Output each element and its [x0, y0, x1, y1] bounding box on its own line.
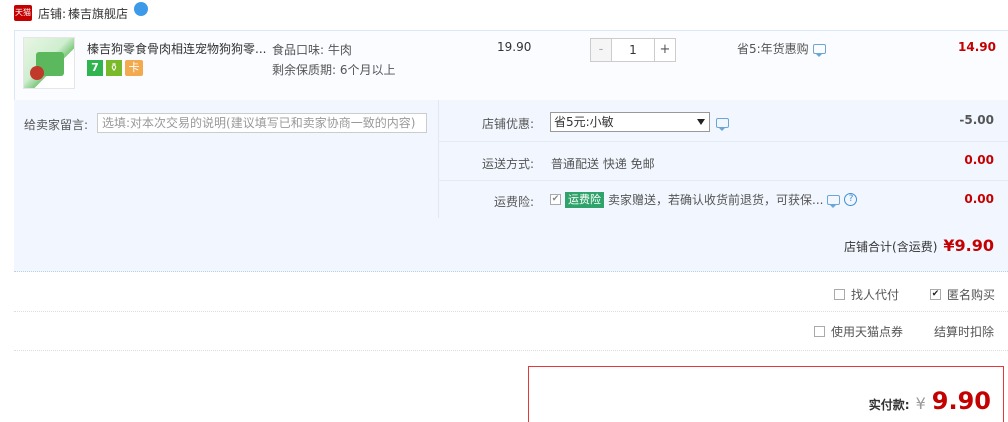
quantity-stepper: - 1 + [590, 38, 676, 62]
insurance-amount: 0.00 [964, 192, 994, 206]
item-promotion: 省5:年货惠购 [737, 40, 826, 57]
chevron-down-icon [697, 119, 705, 125]
actual-payment-label: 实付款: [868, 398, 910, 412]
item-subtotal: 14.90 [958, 40, 996, 54]
insurance-label: 运费险: [493, 195, 534, 209]
actual-payment: 实付款: ¥ 9.90 [869, 387, 991, 415]
shipping-label: 运送方式: [481, 157, 534, 171]
order-options-panel: 给卖家留言: 选填:对本次交易的说明(建议填写已和卖家协商一致的内容) 店铺优惠… [14, 100, 1008, 272]
shop-header: 天猫 店铺: 榛吉旗舰店 [14, 2, 149, 24]
product-sku: 食品口味: 牛肉 剩余保质期: 6个月以上 [272, 40, 396, 80]
insurance-option: ✔ 运费险 卖家赠送，若确认收货前退货，可获保... ? [550, 191, 858, 208]
quantity-increase-button[interactable]: + [654, 39, 675, 61]
divider [438, 141, 1008, 142]
payment-summary: 实付款: ¥ 9.90 [528, 366, 1004, 422]
message-label: 给卖家留言: [24, 118, 89, 132]
discount-info-icon[interactable] [716, 118, 729, 131]
quantity-input[interactable]: 1 [612, 39, 654, 61]
sku-flavor: 食品口味: 牛肉 [272, 43, 352, 57]
tmall-logo-icon: 天猫 [14, 5, 32, 21]
sku-shelf-life: 剩余保质期: 6个月以上 [272, 63, 396, 77]
order-item-row: 榛吉狗零食骨肉相连宠物狗狗零... 7 ⚱ 卡 食品口味: 牛肉 剩余保质期: … [14, 30, 1008, 100]
unit-price: 19.90 [497, 40, 532, 54]
product-thumbnail[interactable] [23, 37, 75, 89]
settle-note: 结算时扣除 [934, 323, 994, 340]
insurance-checkbox[interactable]: ✔ [550, 194, 561, 205]
promotion-info-icon[interactable] [812, 43, 826, 57]
promotion-text: 省5:年货惠购 [737, 42, 809, 56]
shop-discount-amount: -5.00 [959, 113, 994, 127]
insurance-description: 卖家赠送，若确认收货前退货，可获保... [608, 193, 824, 207]
shop-total-amount: ¥9.90 [943, 236, 994, 255]
insurance-tag: 运费险 [565, 191, 604, 208]
shop-discount-selected: 省5元:小敏 [554, 115, 614, 129]
shop-total: 店铺合计(含运费) ¥9.90 [844, 236, 994, 255]
product-title-link[interactable]: 榛吉狗零食骨肉相连宠物狗狗零... [87, 40, 272, 57]
shop-discount-select[interactable]: 省5元:小敏 [550, 112, 710, 132]
find-pay-label: 找人代付 [851, 288, 900, 302]
tmall-points-option[interactable]: 使用天猫点券 [814, 323, 903, 340]
wangwang-chat-icon[interactable] [134, 2, 149, 16]
anonymous-option[interactable]: ✔ 匿名购买 [930, 286, 995, 303]
shop-total-label: 店铺合计(含运费) [844, 240, 938, 254]
product-meat-icon [30, 66, 44, 80]
service-badges: 7 ⚱ 卡 [87, 60, 143, 76]
tmall-points-checkbox[interactable] [814, 326, 825, 337]
help-icon[interactable]: ? [844, 193, 858, 206]
divider [438, 100, 439, 218]
anonymous-label: 匿名购买 [947, 288, 996, 302]
shop-discount-label: 店铺优惠: [481, 117, 534, 131]
quality-guarantee-icon[interactable]: ⚱ [106, 60, 122, 76]
anonymous-checkbox[interactable]: ✔ [930, 289, 941, 300]
shop-label: 店铺: [38, 6, 67, 21]
extra-options-row: 找人代付 ✔ 匿名购买 [14, 274, 1008, 312]
seven-day-return-icon[interactable]: 7 [87, 60, 103, 76]
actual-payment-amount: 9.90 [931, 387, 991, 415]
points-row: 使用天猫点券 结算时扣除 [14, 313, 1008, 351]
insurance-info-icon[interactable] [827, 194, 841, 208]
credit-card-icon[interactable]: 卡 [125, 60, 143, 76]
tmall-points-label: 使用天猫点券 [831, 325, 904, 339]
shipping-amount: 0.00 [964, 153, 994, 167]
divider [438, 180, 1008, 181]
find-pay-option[interactable]: 找人代付 [834, 286, 899, 303]
seller-message-input[interactable]: 选填:对本次交易的说明(建议填写已和卖家协商一致的内容) [97, 113, 427, 133]
settle-note-text: 结算时扣除 [934, 325, 995, 339]
shop-name-link[interactable]: 榛吉旗舰店 [68, 5, 128, 22]
currency-symbol: ¥ [915, 394, 926, 413]
quantity-decrease-button[interactable]: - [591, 39, 612, 61]
shipping-method: 普通配送 快递 免邮 [551, 157, 655, 171]
find-pay-checkbox[interactable] [834, 289, 845, 300]
